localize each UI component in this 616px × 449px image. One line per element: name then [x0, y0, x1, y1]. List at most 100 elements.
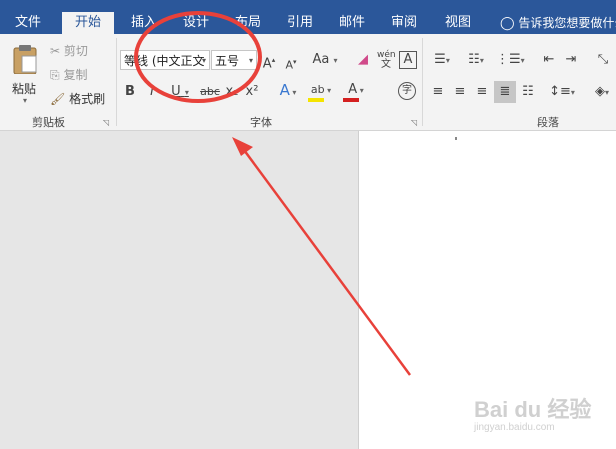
- group-divider: [422, 38, 423, 126]
- ribbon-home: 粘贴 ▾ ✂ 剪切 ⎘ 复制 🖌 格式刷 剪贴板 ◹ 等线 (中文正文 ▾ 五号…: [0, 34, 616, 131]
- clipboard-dialog-launcher-icon[interactable]: ◹: [103, 118, 109, 127]
- justify-button[interactable]: ≣: [494, 81, 516, 103]
- font-group-label: 字体: [250, 116, 272, 129]
- cut-label: 剪切: [63, 44, 88, 58]
- paintbrush-icon: 🖌: [50, 92, 66, 106]
- align-right-button[interactable]: ≡: [474, 84, 490, 100]
- align-left-icon: ≡: [432, 84, 444, 99]
- format-painter-button[interactable]: 🖌 格式刷: [50, 90, 105, 107]
- tab-review[interactable]: 审阅: [382, 0, 426, 34]
- bullet-list-icon: ☰: [434, 52, 446, 67]
- subscript-icon: x₂: [225, 84, 239, 99]
- change-case-button[interactable]: Aa ▾: [311, 52, 339, 69]
- distributed-icon: ☷: [522, 84, 534, 99]
- enclose-characters-button[interactable]: 字: [398, 82, 416, 100]
- change-case-icon: Aa: [312, 52, 330, 67]
- chevron-down-icon: ▾: [248, 56, 253, 65]
- font-color-button[interactable]: A ▾: [342, 82, 370, 102]
- tab-insert[interactable]: 插入: [122, 0, 166, 34]
- chevron-down-icon: ▾: [23, 96, 28, 105]
- font-color-swatch: [343, 98, 359, 102]
- tab-references[interactable]: 引用: [278, 0, 322, 34]
- font-size-value: 五号: [215, 54, 240, 68]
- indent-icon: ⇥: [565, 52, 577, 67]
- justify-icon: ≣: [499, 84, 511, 99]
- tab-design[interactable]: 设计: [174, 0, 218, 34]
- lightbulb-icon: ◯: [500, 16, 515, 31]
- font-color-icon: A: [348, 82, 358, 97]
- multilevel-list-icon: ⋮☰: [496, 52, 521, 67]
- format-painter-label: 格式刷: [69, 92, 106, 106]
- italic-button[interactable]: I: [146, 84, 158, 100]
- phonetic-char-icon: 文: [381, 59, 391, 70]
- shrink-font-button[interactable]: A▾: [284, 54, 298, 74]
- font-size-combobox[interactable]: 五号 ▾: [211, 50, 257, 70]
- paste-button[interactable]: 粘贴 ▾: [8, 44, 42, 105]
- shading-button[interactable]: ◈▾: [590, 84, 614, 101]
- highlight-button[interactable]: ab ▾: [307, 82, 335, 102]
- text-effects-icon: A: [279, 81, 290, 99]
- underline-button[interactable]: U ▾: [168, 84, 192, 101]
- tab-view[interactable]: 视图: [436, 0, 480, 34]
- paint-bucket-icon: ◈: [594, 84, 605, 99]
- bullets-button[interactable]: ☰▾: [428, 52, 456, 69]
- clear-formatting-button[interactable]: ◢: [354, 52, 372, 68]
- clipboard-icon: [13, 45, 37, 74]
- text-effects-button[interactable]: A ▾: [276, 82, 300, 101]
- tell-me-box[interactable]: ◯ 告诉我您想要做什么: [500, 0, 616, 34]
- copy-button[interactable]: ⎘ 复制: [50, 66, 87, 83]
- align-left-button[interactable]: ≡: [430, 84, 446, 100]
- paragraph-mark: [455, 137, 457, 140]
- copy-label: 复制: [63, 68, 88, 82]
- tab-home[interactable]: 开始: [62, 12, 114, 34]
- cut-button[interactable]: ✂ 剪切: [50, 42, 88, 59]
- document-background: [0, 131, 358, 449]
- scissors-icon: ✂: [50, 44, 61, 58]
- numbered-list-icon: ☷: [468, 52, 480, 67]
- numbering-button[interactable]: ☷▾: [462, 52, 490, 69]
- character-border-button[interactable]: A: [399, 51, 417, 69]
- highlight-color-swatch: [308, 98, 324, 102]
- line-spacing-icon: ↕≡: [549, 84, 571, 99]
- group-divider: [116, 38, 117, 126]
- bold-button[interactable]: B: [124, 84, 136, 100]
- font-name-value: 等线 (中文正文: [124, 54, 205, 68]
- character-border-icon: A: [403, 52, 413, 67]
- italic-icon: I: [150, 84, 154, 99]
- outdent-icon: ⇤: [543, 52, 555, 67]
- grow-font-icon: A: [262, 56, 272, 72]
- paragraph-group-label: 段落: [537, 116, 559, 129]
- phonetic-guide-button[interactable]: wén 文: [377, 50, 396, 70]
- increase-indent-button[interactable]: ⇥: [562, 52, 580, 68]
- multilevel-list-button[interactable]: ⋮☰▾: [496, 52, 525, 69]
- shrink-font-icon: A: [285, 58, 293, 72]
- tab-mailings[interactable]: 邮件: [330, 0, 374, 34]
- paste-label: 粘贴: [12, 82, 37, 96]
- highlighter-icon: ab: [310, 83, 325, 96]
- underline-icon: U: [171, 84, 181, 99]
- enclose-characters-icon: 字: [402, 85, 412, 96]
- font-name-combobox[interactable]: 等线 (中文正文 ▾: [120, 50, 210, 70]
- grow-font-button[interactable]: A▴: [262, 52, 276, 72]
- chinese-layout-icon: ⤡: [597, 52, 609, 67]
- line-spacing-button[interactable]: ↕≡▾: [548, 84, 576, 101]
- superscript-icon: x²: [245, 84, 259, 99]
- clipboard-group-label: 剪贴板: [32, 116, 65, 129]
- eraser-icon: ◢: [358, 52, 368, 67]
- tab-layout[interactable]: 布局: [226, 0, 270, 34]
- bold-icon: B: [125, 84, 135, 99]
- watermark-logo: Bai du 经验: [474, 397, 592, 422]
- ribbon-tab-bar: 文件 开始 插入 设计 布局 引用 邮件 审阅 视图 ◯ 告诉我您想要做什么: [0, 0, 616, 34]
- distributed-button[interactable]: ☷: [520, 84, 536, 100]
- tab-file[interactable]: 文件: [6, 0, 50, 34]
- decrease-indent-button[interactable]: ⇤: [540, 52, 558, 68]
- superscript-button[interactable]: x²: [244, 84, 260, 100]
- strikethrough-button[interactable]: abc: [200, 84, 220, 100]
- align-center-button[interactable]: ≡: [452, 84, 468, 100]
- chinese-layout-button[interactable]: ⤡: [594, 52, 612, 68]
- font-dialog-launcher-icon[interactable]: ◹: [411, 118, 417, 127]
- subscript-button[interactable]: x₂: [224, 84, 240, 100]
- copy-icon: ⎘: [50, 68, 60, 82]
- tell-me-label: 告诉我您想要做什么: [518, 16, 616, 30]
- strikethrough-icon: abc: [200, 85, 220, 98]
